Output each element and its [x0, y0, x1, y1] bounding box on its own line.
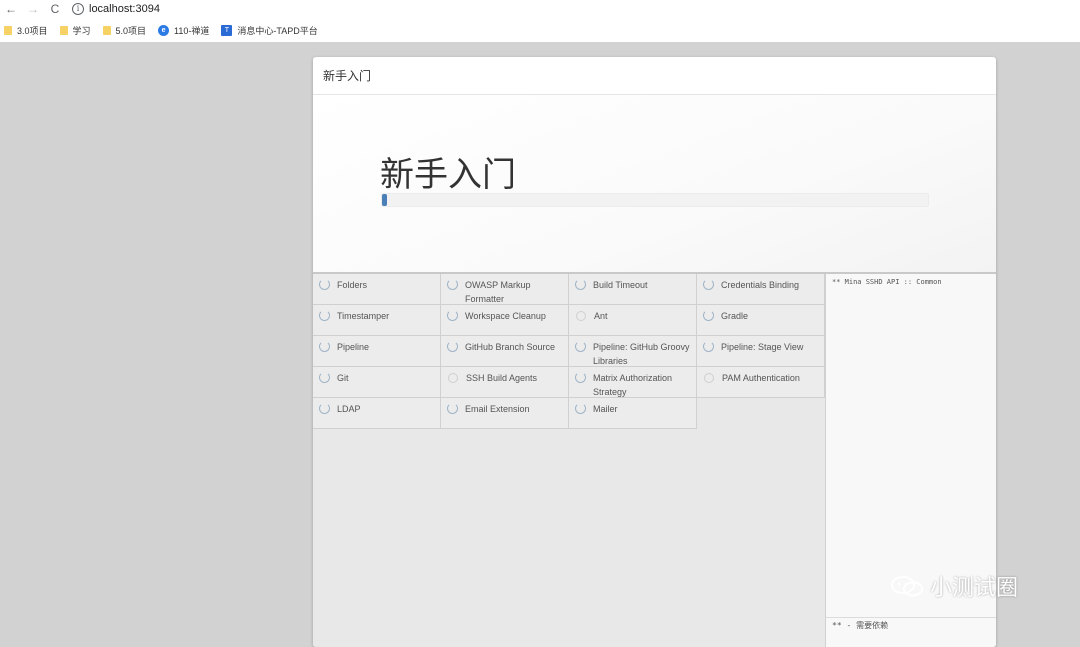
watermark: 小测试圈: [890, 570, 1018, 602]
loading-spinner-icon: [319, 279, 330, 290]
forward-icon[interactable]: →: [22, 0, 44, 18]
plugin-item: Ant: [569, 305, 697, 336]
plugin-name: Timestamper: [337, 311, 390, 321]
reload-icon[interactable]: C: [44, 0, 66, 18]
tapd-icon: T: [221, 24, 233, 36]
loading-spinner-icon: [575, 372, 586, 383]
loading-spinner-icon: [575, 279, 586, 290]
loading-spinner-icon: [319, 341, 330, 352]
plugin-item: Workspace Cleanup: [441, 305, 569, 336]
plugin-name: Email Extension: [465, 404, 530, 414]
plugin-item: OWASP Markup Formatter: [441, 274, 569, 305]
loading-spinner-icon: [703, 310, 714, 321]
plugin-name: PAM Authentication: [722, 373, 800, 383]
bookmark-label: 3.0项目: [17, 25, 48, 36]
loading-spinner-icon: [703, 341, 714, 352]
plugin-item: Matrix Authorization Strategy: [569, 367, 697, 398]
plugin-item: PAM Authentication: [697, 367, 825, 398]
browser-address-bar: ← → C i localhost:3094: [0, 0, 1080, 18]
pending-circle-icon: [704, 373, 714, 383]
plugin-name: Pipeline: Stage View: [721, 342, 804, 352]
hero-panel: 新手入门: [313, 95, 996, 272]
plugin-item: SSH Build Agents: [441, 367, 569, 398]
plugin-name: Ant: [594, 311, 608, 321]
url-field[interactable]: i localhost:3094: [72, 1, 160, 17]
loading-spinner-icon: [447, 310, 458, 321]
bookmark-label: 学习: [72, 25, 91, 36]
url-text[interactable]: localhost:3094: [89, 3, 160, 15]
loading-spinner-icon: [703, 279, 714, 290]
dialog-header: 新手入门: [313, 57, 996, 95]
bookmark-item[interactable]: 5.0项目: [102, 24, 147, 37]
pending-circle-icon: [576, 311, 586, 321]
loading-spinner-icon: [319, 310, 330, 321]
dialog-header-title: 新手入门: [323, 69, 372, 83]
plugin-item: Email Extension: [441, 398, 569, 429]
watermark-text: 小测试圈: [930, 576, 1019, 601]
plugin-item: GitHub Branch Source: [441, 336, 569, 367]
plugin-name: SSH Build Agents: [466, 373, 538, 383]
bookmark-label: 5.0项目: [115, 25, 147, 36]
bookmark-item[interactable]: T 消息中心-TAPD平台: [221, 24, 318, 37]
plugin-name: OWASP Markup Formatter: [465, 280, 531, 304]
folder-icon: [59, 25, 68, 35]
loading-spinner-icon: [447, 279, 458, 290]
plugin-item: Pipeline: Stage View: [697, 336, 825, 367]
bookmark-item[interactable]: 学习: [59, 24, 91, 37]
plugin-item: Pipeline: [313, 336, 441, 367]
plugin-item: Git: [313, 367, 441, 398]
plugin-name: Pipeline: GitHub Groovy Libraries: [593, 342, 690, 366]
plugin-item: LDAP: [313, 398, 441, 429]
bookmark-label: 消息中心-TAPD平台: [237, 25, 318, 36]
plugin-item: Mailer: [569, 398, 697, 429]
plugin-name: Git: [337, 373, 349, 383]
plugin-name: Gradle: [721, 311, 749, 321]
plugin-name: Matrix Authorization Strategy: [593, 373, 673, 397]
plugin-name: Folders: [337, 280, 368, 290]
loading-spinner-icon: [447, 341, 458, 352]
pending-circle-icon: [448, 373, 458, 383]
globe-icon: e: [158, 24, 170, 36]
hero-title: 新手入门: [380, 155, 516, 195]
plugin-grid: Folders OWASP Markup Formatter Build Timeo…: [313, 274, 825, 429]
loading-spinner-icon: [575, 341, 586, 352]
loading-spinner-icon: [447, 403, 458, 414]
loading-spinner-icon: [319, 403, 330, 414]
folder-icon: [4, 25, 12, 35]
bookmark-label: 110-禅道: [174, 25, 210, 36]
plugin-item: Credentials Binding: [697, 274, 825, 305]
plugin-name: LDAP: [337, 404, 361, 414]
plugin-name: Mailer: [593, 404, 618, 414]
bookmark-item[interactable]: e 110-禅道: [158, 24, 209, 37]
info-icon[interactable]: i: [72, 3, 84, 15]
back-icon[interactable]: ←: [0, 0, 22, 18]
plugin-item: Pipeline: GitHub Groovy Libraries: [569, 336, 697, 367]
plugin-item: Build Timeout: [569, 274, 697, 305]
folder-icon: [102, 25, 111, 35]
plugin-name: Credentials Binding: [721, 280, 800, 290]
loading-spinner-icon: [319, 372, 330, 383]
plugin-item: Folders: [313, 274, 441, 305]
setup-dialog: 新手入门 新手入门 Folders OWASP Markup Formatter B…: [313, 57, 996, 647]
bookmark-item[interactable]: 3.0项目: [4, 24, 48, 37]
plugin-name: Pipeline: [337, 342, 370, 352]
log-footer: ** - 需要依赖: [826, 617, 996, 632]
plugin-name: GitHub Branch Source: [465, 342, 556, 352]
install-progress-bar: [381, 193, 929, 207]
loading-spinner-icon: [575, 403, 586, 414]
plugin-name: Build Timeout: [593, 280, 648, 290]
bookmarks-bar: 3.0项目 学习 5.0项目 e 110-禅道 T 消息中心-TAPD平台: [0, 18, 1080, 42]
progress-fill: [382, 194, 388, 206]
plugin-name: Workspace Cleanup: [465, 311, 546, 321]
log-line: ** Mina SSHD API :: Common: [832, 278, 942, 286]
wechat-icon: [891, 576, 923, 597]
plugin-item: Timestamper: [313, 305, 441, 336]
plugin-item: Gradle: [697, 305, 825, 336]
